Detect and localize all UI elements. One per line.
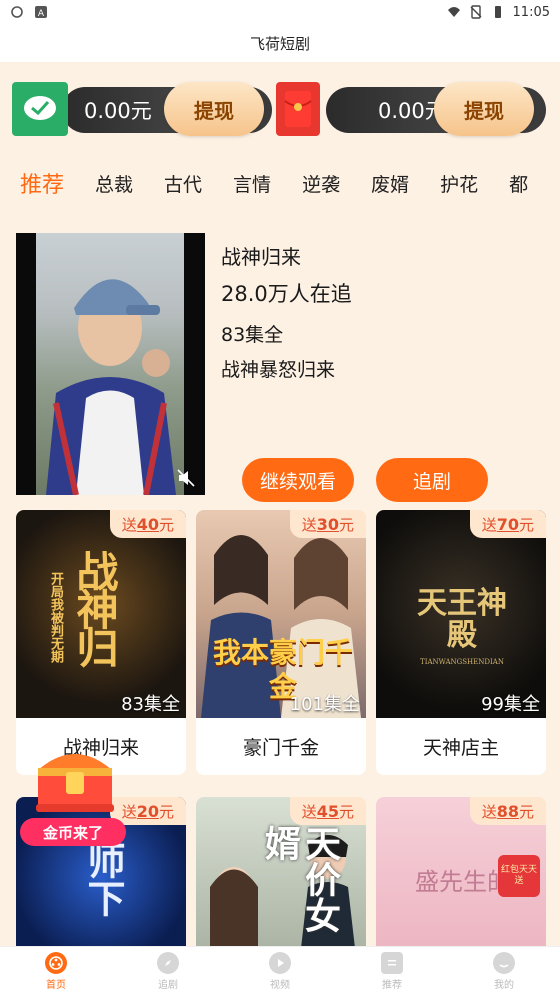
red-packet-stamp: 红包天天送 [498,855,540,897]
app-title: 飞荷短剧 [249,34,310,53]
nav-label: 我的 [494,979,514,991]
wifi-icon [447,7,460,17]
status-bar: A 11:05 [0,0,560,24]
profile-icon [493,951,515,974]
nav-label: 追剧 [158,979,178,991]
status-time: 11:05 [512,4,550,20]
tab-urban[interactable]: 都 [509,170,528,197]
reward-badge: 送 40 元 [109,510,186,538]
cover-subtitle: TIANWANGSHENDIAN [420,658,504,666]
film-reel-icon [45,951,67,974]
withdraw-button[interactable]: 提现 [164,82,264,136]
featured-title: 战神归来 [221,245,301,269]
featured-info: 战神归来 28.0万人在追 83集全 战神暴怒归来 [221,241,541,382]
nav-follow[interactable]: 追剧 [112,947,224,995]
battery-icon [494,6,501,18]
app-header: 飞荷短剧 [0,24,560,62]
compass-icon [157,951,179,974]
play-icon [269,951,291,974]
video-frame [36,233,184,495]
drama-card[interactable]: 天王神殿 TIANWANGSHENDIAN 送 70 元 99集全 天神店主 [376,510,546,775]
drama-cover: 天王神殿 TIANWANGSHENDIAN [376,510,546,718]
withdraw-button[interactable]: 提现 [434,82,534,136]
category-tabs: 推荐 总裁 古代 言情 逆袭 废婿 护花 都 [0,160,560,206]
reward-badge: 送 45 元 [289,797,366,825]
list-icon [381,951,403,974]
cover-title: 天价女婿 [259,825,341,933]
featured-episodes: 83集全 [221,324,284,346]
featured-video-player[interactable] [16,233,205,495]
tab-comeback[interactable]: 逆袭 [302,170,340,197]
nav-recommend[interactable]: 推荐 [336,947,448,995]
drama-card[interactable]: 天价女婿 送 45 元 [196,797,366,957]
notification-icon [11,6,23,18]
featured-drama: 战神归来 28.0万人在追 83集全 战神暴怒归来 继续观看 追剧 [16,233,546,503]
cover-title: 师下 [81,841,126,917]
gold-coin-treasure[interactable]: 金币来了 [20,742,130,850]
nav-profile[interactable]: 我的 [448,947,560,995]
wallet-row: 0.00元 提现 0.00元 提现 [0,70,560,150]
continue-watching-button[interactable]: 继续观看 [242,458,354,502]
follow-drama-button[interactable]: 追剧 [376,458,488,502]
svg-text:A: A [38,9,45,19]
drama-name: 豪门千金 [242,737,319,759]
nav-video[interactable]: 视频 [224,947,336,995]
drama-cover: 战神归 开局我被判无期 [16,510,186,718]
nav-label: 视频 [270,979,290,991]
no-sim-icon [470,5,482,19]
tab-recommend[interactable]: 推荐 [20,167,64,199]
bottom-nav: 首页 追剧 视频 推荐 我的 [0,946,560,995]
episode-count: 83集全 [121,694,180,715]
gold-coin-banner: 金币来了 [20,818,126,846]
tab-ancient[interactable]: 古代 [164,170,202,197]
wechat-icon [12,82,68,136]
episode-count: 99集全 [481,694,540,715]
mute-icon[interactable] [177,469,195,487]
tab-romance[interactable]: 言情 [233,170,271,197]
reward-badge: 送 30 元 [289,510,366,538]
nav-label: 推荐 [382,979,402,991]
wallet-amount: 0.00元 [84,99,152,123]
tab-protector[interactable]: 护花 [440,170,478,197]
featured-description: 战神暴怒归来 [221,359,336,381]
tab-ceo[interactable]: 总裁 [95,170,133,197]
drama-card[interactable]: 我本豪门千金 送 30 元 101集全 豪门千金 [196,510,366,775]
reward-badge: 送 88 元 [469,797,546,825]
nav-home[interactable]: 首页 [0,947,112,995]
treasure-chest-icon [36,754,114,812]
reward-badge: 送 70 元 [469,510,546,538]
cover-subtitle: 开局我被判无期 [48,572,63,663]
featured-followers: 28.0万人在追 [221,282,352,306]
drama-card[interactable]: 盛先生的 红包天天送 送 88 元 [376,797,546,957]
app-a-icon: A [35,6,47,19]
drama-cover: 我本豪门千金 [196,510,366,718]
nav-label: 首页 [46,979,66,991]
cover-title: 天王神殿 [417,586,507,653]
cover-title: 战神归 [70,550,119,664]
tab-son-in-law[interactable]: 废婿 [371,170,409,197]
drama-name: 天神店主 [422,737,499,759]
episode-count: 101集全 [289,694,360,715]
drama-card[interactable]: 战神归 开局我被判无期 送 40 元 83集全 战神归来 [16,510,186,775]
red-envelope-icon [276,82,320,136]
